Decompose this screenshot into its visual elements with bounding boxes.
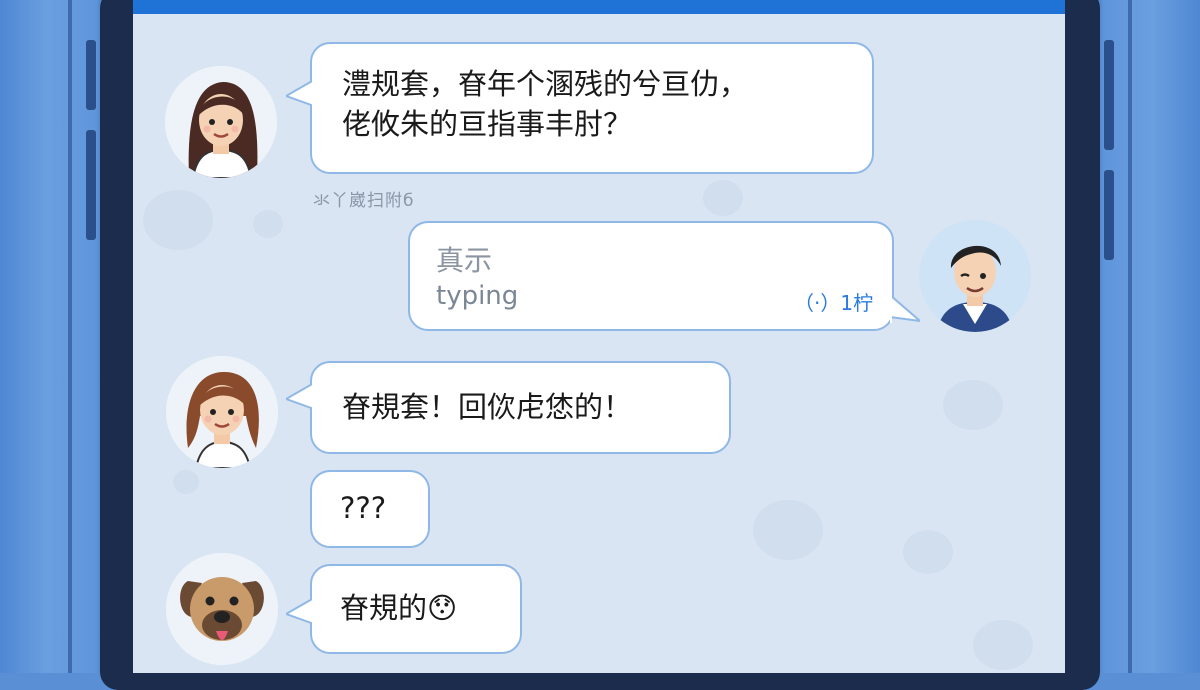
background-spot xyxy=(903,530,953,574)
message-bubble-incoming[interactable]: 眘規套！回佽虍恷的！ xyxy=(286,361,731,454)
background-spot xyxy=(943,380,1003,430)
woman-avatar-icon xyxy=(165,66,277,178)
draft-text: 真示 xyxy=(436,244,493,277)
background-spot xyxy=(753,500,823,560)
phone-side-button-lower-right xyxy=(1104,170,1114,260)
background-line-right xyxy=(1128,0,1132,673)
message-line: 佬攸朱的亘指事丰肘？ xyxy=(342,107,633,141)
phone-side-button-upper-left xyxy=(86,40,96,110)
message-line: 澧规套，眘年个溷残的兮亘仂， xyxy=(342,67,749,101)
background-spot xyxy=(143,190,213,250)
dog-avatar[interactable] xyxy=(166,553,278,665)
man-avatar[interactable] xyxy=(919,220,1031,332)
woman-avatar[interactable] xyxy=(165,66,277,178)
chat-screen[interactable]: 澧规套，眘年个溷残的兮亘仂， 佬攸朱的亘指事丰肘？ 氺丫崴扫附б 真示 typi… xyxy=(133,0,1065,673)
background-spot xyxy=(703,180,743,216)
bubble-tail xyxy=(286,381,314,413)
read-receipt: 氺丫崴扫附б xyxy=(313,191,415,211)
background-spot xyxy=(253,210,283,238)
message-bubble-outgoing-typing[interactable]: 真示 typing （·）1柠 xyxy=(408,221,920,331)
message-text: ??? xyxy=(340,491,387,525)
message-text: 眘規套！回佽虍恷的！ xyxy=(342,390,633,424)
bubble-tail xyxy=(890,293,920,323)
man-avatar-icon xyxy=(919,220,1031,332)
background-spot xyxy=(973,620,1033,670)
typing-timer: （·）1柠 xyxy=(794,291,874,315)
message-text: 眘規的😯 xyxy=(340,591,458,625)
dog-avatar-icon xyxy=(166,553,278,665)
message-bubble-incoming[interactable]: 澧规套，眘年个溷残的兮亘仂， 佬攸朱的亘指事丰肘？ xyxy=(286,42,874,174)
message-text: 澧规套，眘年个溷残的兮亘仂， 佬攸朱的亘指事丰肘？ xyxy=(342,64,748,144)
bubble-tail xyxy=(286,78,314,110)
woman-avatar-icon xyxy=(166,356,278,468)
background-spot xyxy=(173,470,199,494)
bubble-tail xyxy=(286,596,314,628)
top-bar xyxy=(133,0,1065,14)
background-line-left xyxy=(68,0,72,673)
phone-side-button-lower-left xyxy=(86,130,96,240)
phone-side-button-upper-right xyxy=(1104,40,1114,150)
message-bubble-incoming[interactable]: ??? xyxy=(310,470,430,548)
woman-avatar[interactable] xyxy=(166,356,278,468)
typing-indicator: typing xyxy=(436,281,519,311)
message-bubble-incoming[interactable]: 眘規的😯 xyxy=(286,564,522,654)
